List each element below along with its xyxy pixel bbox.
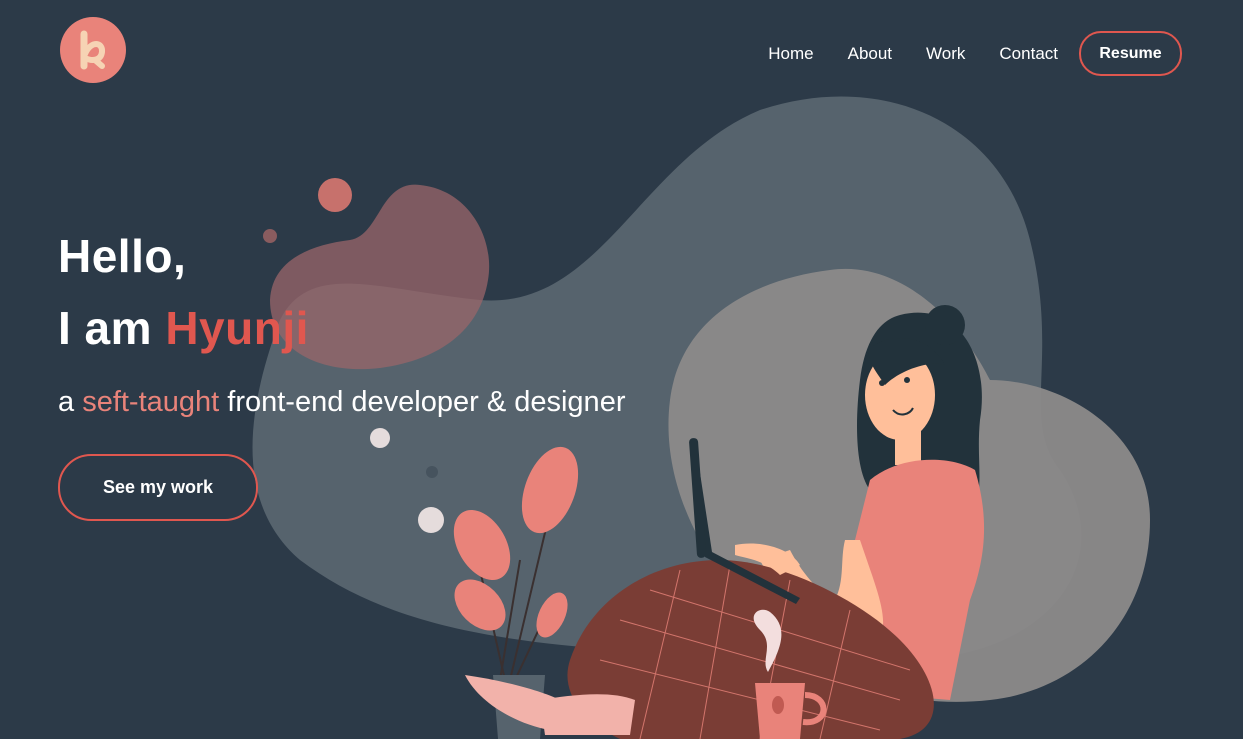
dot bbox=[370, 428, 390, 448]
intro-heading: I am Hyunji bbox=[58, 292, 625, 364]
nav-home[interactable]: Home bbox=[768, 44, 813, 64]
resume-button[interactable]: Resume bbox=[1079, 31, 1182, 76]
dot bbox=[318, 178, 352, 212]
main-nav: Home About Work Contact Resume bbox=[768, 31, 1182, 76]
tagline-highlight: seft-taught bbox=[82, 386, 220, 418]
greeting-heading: Hello, bbox=[58, 220, 625, 292]
nav-contact[interactable]: Contact bbox=[999, 44, 1058, 64]
tagline-suffix: front-end developer & designer bbox=[219, 386, 626, 418]
letter-k-logo-icon bbox=[80, 30, 105, 70]
tagline: a seft-taught front-end developer & desi… bbox=[58, 382, 625, 422]
hero-text: Hello, I am Hyunji a seft-taught front-e… bbox=[58, 220, 625, 422]
nav-about[interactable]: About bbox=[848, 44, 892, 64]
tagline-prefix: a bbox=[58, 386, 83, 418]
intro-prefix: I am bbox=[58, 302, 166, 354]
greeting: Hello, bbox=[58, 230, 187, 282]
see-my-work-button[interactable]: See my work bbox=[58, 454, 258, 521]
hero-name: Hyunji bbox=[165, 302, 309, 354]
nav-work[interactable]: Work bbox=[926, 44, 965, 64]
dot bbox=[418, 507, 444, 533]
dot bbox=[426, 466, 438, 478]
logo[interactable] bbox=[60, 17, 126, 83]
